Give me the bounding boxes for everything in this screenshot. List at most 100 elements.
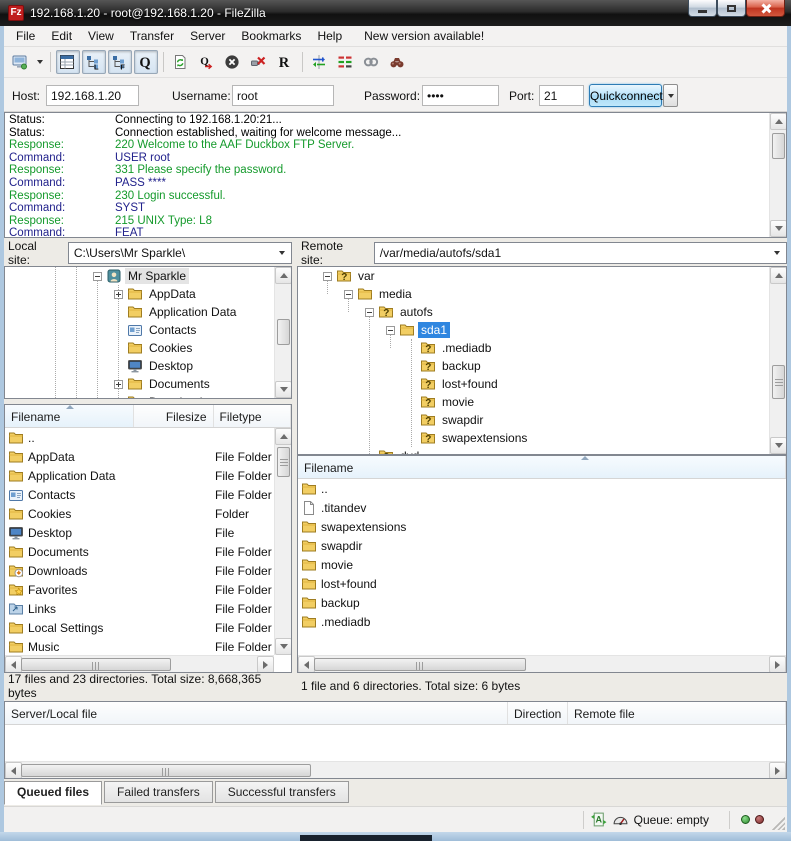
- site-manager-button[interactable]: [9, 50, 33, 74]
- local-tree-item-desktop[interactable]: Desktop: [5, 357, 291, 375]
- file-row-downloads[interactable]: DownloadsFile Folder: [5, 561, 274, 580]
- remote-tree-item-swapdir[interactable]: ?swapdir: [298, 411, 786, 429]
- queue-column-server-local-file[interactable]: Server/Local file: [5, 702, 508, 724]
- remote-site-combo[interactable]: /var/media/autofs/sda1: [374, 242, 787, 264]
- minimize-button[interactable]: [688, 0, 717, 17]
- remote-list-hscrollbar[interactable]: [298, 655, 786, 672]
- local-tree-item-mr-sparkle[interactable]: Mr Sparkle: [5, 267, 291, 285]
- expand-icon[interactable]: [114, 398, 123, 400]
- column-header-filesize[interactable]: Filesize: [134, 405, 213, 427]
- close-button[interactable]: [746, 0, 785, 17]
- file-row-links[interactable]: LinksFile Folder: [5, 599, 274, 618]
- menu-item-file[interactable]: File: [8, 26, 43, 46]
- port-input[interactable]: [539, 85, 584, 106]
- disconnect-button[interactable]: [247, 50, 271, 74]
- toggle-log-button[interactable]: [56, 50, 80, 74]
- queue-column-remote-file[interactable]: Remote file: [568, 702, 786, 724]
- local-tree-item-contacts[interactable]: Contacts: [5, 321, 291, 339]
- resize-grip[interactable]: [772, 817, 785, 830]
- local-tree-item-application-data[interactable]: Application Data: [5, 303, 291, 321]
- remote-tree-item-lost-found[interactable]: ?lost+found: [298, 375, 786, 393]
- file-row-[interactable]: ..: [298, 479, 786, 498]
- synchronized-browsing-button[interactable]: [360, 50, 384, 74]
- quickconnect-button[interactable]: Quickconnect: [589, 84, 662, 107]
- collapse-icon[interactable]: [344, 290, 353, 299]
- host-input[interactable]: [46, 85, 139, 106]
- file-row-swapdir[interactable]: swapdir: [298, 536, 786, 555]
- remote-tree-item-dvd[interactable]: ?dvd: [298, 447, 786, 455]
- speed-limit-icon[interactable]: [612, 811, 630, 829]
- toggle-remote-tree-button[interactable]: F: [108, 50, 132, 74]
- local-tree-scrollbar[interactable]: [274, 267, 291, 398]
- remote-tree-item-var[interactable]: ?var: [298, 267, 786, 285]
- log-scrollbar[interactable]: [769, 113, 786, 237]
- local-list-vscrollbar[interactable]: [274, 428, 291, 655]
- menu-item-help[interactable]: Help: [309, 26, 350, 46]
- quickconnect-dropdown-button[interactable]: [663, 84, 678, 107]
- tab-queued-files[interactable]: Queued files: [4, 781, 102, 805]
- remote-tree-scrollbar[interactable]: [769, 267, 786, 454]
- collapse-icon[interactable]: [93, 272, 102, 281]
- file-row-documents[interactable]: DocumentsFile Folder: [5, 542, 274, 561]
- tab-successful-transfers[interactable]: Successful transfers: [215, 781, 349, 803]
- file-row-favorites[interactable]: FavoritesFile Folder: [5, 580, 274, 599]
- file-row-backup[interactable]: backup: [298, 593, 786, 612]
- remote-tree-item-movie[interactable]: ?movie: [298, 393, 786, 411]
- column-header-filename[interactable]: Filename: [5, 405, 134, 427]
- file-row-contacts[interactable]: ContactsFile Folder: [5, 485, 274, 504]
- queue-column-direction[interactable]: Direction: [508, 702, 568, 724]
- find-files-button[interactable]: [386, 50, 410, 74]
- process-queue-button[interactable]: Q: [195, 50, 219, 74]
- expand-icon[interactable]: [114, 380, 123, 389]
- collapse-icon[interactable]: [386, 326, 395, 335]
- comparison-mode-button[interactable]: [334, 50, 358, 74]
- local-tree-item-appdata[interactable]: AppData: [5, 285, 291, 303]
- maximize-button[interactable]: [717, 0, 746, 17]
- column-header-filename[interactable]: Filename: [298, 456, 786, 478]
- menu-item-server[interactable]: Server: [182, 26, 233, 46]
- file-row-desktop[interactable]: DesktopFile: [5, 523, 274, 542]
- tab-failed-transfers[interactable]: Failed transfers: [104, 781, 213, 803]
- reconnect-button[interactable]: R: [273, 50, 297, 74]
- password-input[interactable]: [422, 85, 499, 106]
- remote-tree-item--mediadb[interactable]: ?.mediadb: [298, 339, 786, 357]
- menu-item-new-version-available[interactable]: New version available!: [356, 26, 492, 46]
- file-row-music[interactable]: MusicFile Folder: [5, 637, 274, 656]
- file-row-cookies[interactable]: CookiesFolder: [5, 504, 274, 523]
- file-row-application-data[interactable]: Application DataFile Folder: [5, 466, 274, 485]
- toggle-queue-button[interactable]: Q: [134, 50, 158, 74]
- menu-item-transfer[interactable]: Transfer: [122, 26, 182, 46]
- transfer-type-icon[interactable]: A: [590, 811, 608, 829]
- menu-item-view[interactable]: View: [80, 26, 122, 46]
- remote-tree-item-media[interactable]: media: [298, 285, 786, 303]
- file-row-appdata[interactable]: AppDataFile Folder: [5, 447, 274, 466]
- collapse-icon[interactable]: [323, 272, 332, 281]
- queue-hscrollbar[interactable]: [5, 761, 786, 778]
- file-row-[interactable]: ..: [5, 428, 274, 447]
- local-tree-item-documents[interactable]: Documents: [5, 375, 291, 393]
- file-row-swapextensions[interactable]: swapextensions: [298, 517, 786, 536]
- remote-tree-item-backup[interactable]: ?backup: [298, 357, 786, 375]
- expand-icon[interactable]: [114, 290, 123, 299]
- collapse-icon[interactable]: [365, 308, 374, 317]
- file-row-movie[interactable]: movie: [298, 555, 786, 574]
- file-row-titandev[interactable]: .titandev: [298, 498, 786, 517]
- local-site-combo[interactable]: C:\Users\Mr Sparkle\: [68, 242, 292, 264]
- remote-tree-item-autofs[interactable]: ?autofs: [298, 303, 786, 321]
- title-bar[interactable]: Fz 192.168.1.20 - root@192.168.1.20 - Fi…: [0, 0, 791, 26]
- site-manager-button-dropdown[interactable]: [34, 50, 46, 74]
- menu-item-edit[interactable]: Edit: [43, 26, 80, 46]
- local-list-hscrollbar[interactable]: [5, 655, 274, 672]
- toggle-local-tree-button[interactable]: L: [82, 50, 106, 74]
- menu-item-bookmarks[interactable]: Bookmarks: [233, 26, 309, 46]
- directory-comparison-button[interactable]: [308, 50, 332, 74]
- cancel-button[interactable]: [221, 50, 245, 74]
- local-tree-item-cookies[interactable]: Cookies: [5, 339, 291, 357]
- local-tree-item-downloads[interactable]: Downloads: [5, 393, 291, 399]
- file-row-mediadb[interactable]: .mediadb: [298, 612, 786, 631]
- username-input[interactable]: [232, 85, 334, 106]
- refresh-button[interactable]: [169, 50, 193, 74]
- file-row-lost-found[interactable]: lost+found: [298, 574, 786, 593]
- column-header-filetype[interactable]: Filetype: [214, 405, 291, 427]
- file-row-local-settings[interactable]: Local SettingsFile Folder: [5, 618, 274, 637]
